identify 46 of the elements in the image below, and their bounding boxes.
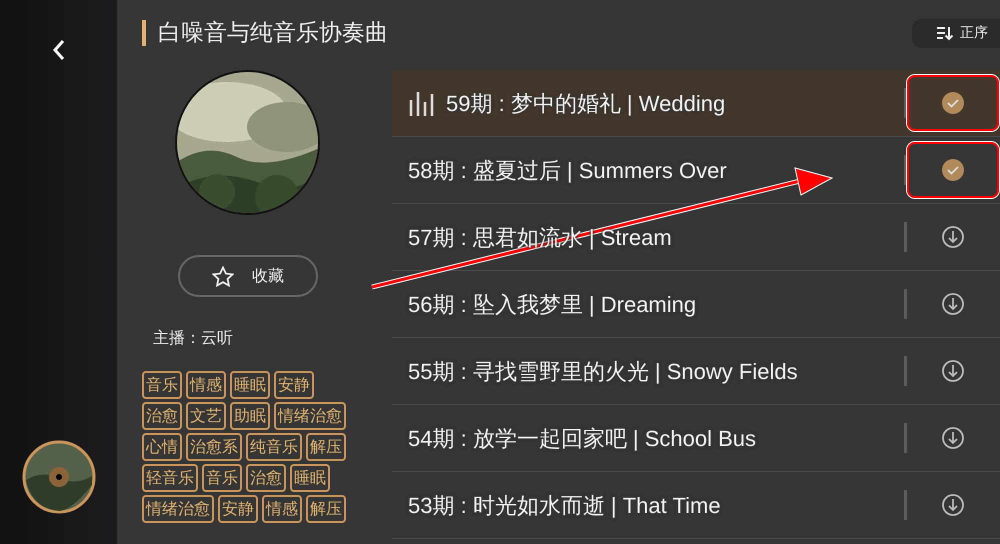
tag[interactable]: 睡眠	[230, 371, 270, 399]
episode-title: 54期 : 放学一起回家吧 | School Bus	[408, 424, 756, 453]
tag[interactable]: 治愈	[246, 464, 286, 492]
sort-icon	[936, 25, 954, 41]
tag[interactable]: 情绪治愈	[274, 402, 346, 430]
download-icon[interactable]	[941, 225, 965, 249]
tag[interactable]: 音乐	[202, 464, 242, 492]
download-icon[interactable]	[941, 292, 965, 316]
episode-title: 56期 : 坠入我梦里 | Dreaming	[408, 290, 696, 319]
favorite-button[interactable]: 收藏	[178, 255, 318, 297]
tag[interactable]: 治愈	[142, 402, 182, 430]
tag[interactable]: 助眠	[230, 402, 270, 430]
episode-row[interactable]: 55期 : 寻找雪野里的火光 | Snowy Fields	[392, 338, 1000, 405]
tag[interactable]: 纯音乐	[246, 433, 302, 461]
episode-title: 55期 : 寻找雪野里的火光 | Snowy Fields	[408, 358, 798, 386]
download-icon[interactable]	[941, 493, 965, 517]
tag[interactable]: 文艺	[186, 402, 226, 430]
sort-button[interactable]: 正序	[912, 18, 1000, 48]
episode-title: 58期 : 盛夏过后 | Summers Over	[408, 156, 727, 185]
episode-row[interactable]: 56期 : 坠入我梦里 | Dreaming	[392, 271, 1000, 338]
album-title: 白噪音与纯音乐协奏曲	[142, 20, 388, 46]
tag[interactable]: 轻音乐	[142, 464, 198, 492]
download-icon[interactable]	[941, 359, 965, 383]
tag[interactable]: 解压	[306, 433, 346, 461]
tag[interactable]: 心情	[142, 433, 182, 461]
tag[interactable]: 情绪治愈	[142, 495, 214, 523]
tag[interactable]: 睡眠	[290, 464, 330, 492]
tag[interactable]: 音乐	[142, 371, 182, 399]
star-icon	[212, 266, 234, 286]
tag[interactable]: 安静	[274, 371, 314, 399]
tag[interactable]: 安静	[218, 495, 258, 523]
episode-row[interactable]: 54期 : 放学一起回家吧 | School Bus	[392, 405, 1000, 472]
episode-title: 59期 : 梦中的婚礼 | Wedding	[446, 90, 726, 118]
episode-row[interactable]: 53期 : 时光如水而逝 | That Time	[392, 472, 1000, 539]
back-icon[interactable]	[50, 38, 66, 62]
disc-icon[interactable]	[22, 440, 96, 514]
host-label: 主播：云听	[153, 327, 233, 349]
download-icon[interactable]	[941, 426, 965, 450]
check-icon[interactable]	[941, 91, 965, 115]
tag[interactable]: 情感	[186, 371, 226, 399]
tag[interactable]: 情感	[262, 495, 302, 523]
episode-title: 53期 : 时光如水而逝 | That Time	[408, 492, 721, 520]
episode-row[interactable]: 59期 : 梦中的婚礼 | Wedding	[392, 70, 1000, 137]
tag[interactable]: 治愈系	[186, 433, 242, 461]
tag[interactable]: 解压	[306, 495, 346, 523]
check-icon[interactable]	[941, 158, 965, 182]
